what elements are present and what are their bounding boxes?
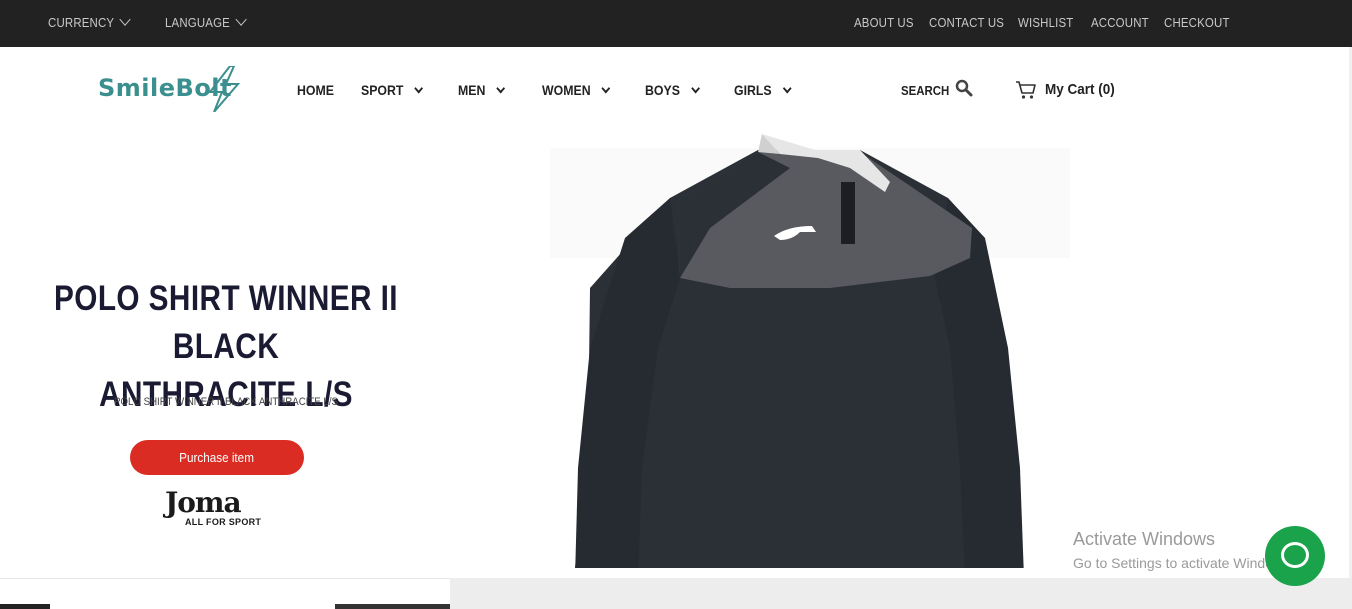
chevron-down-icon — [119, 13, 131, 26]
product-title-line1: POLO SHIRT WINNER II BLACK — [53, 279, 399, 366]
activate-windows-title: Activate Windows — [1073, 529, 1216, 549]
language-label: LANGUAGE — [165, 15, 230, 30]
bottom-section-right — [450, 578, 1352, 609]
product-subtitle: POLO SHIRT WINNER II BLACK ANTHRACITE L/… — [114, 396, 338, 408]
wishlist-link[interactable]: WISHLIST — [1018, 15, 1073, 30]
nav-men[interactable]: MEN — [458, 82, 506, 98]
chevron-down-icon — [235, 13, 247, 26]
bottom-divider — [0, 604, 50, 609]
nav-label: GIRLS — [734, 82, 772, 98]
nav-home[interactable]: HOME — [297, 82, 334, 98]
chat-button[interactable] — [1265, 526, 1325, 586]
brand-tagline: ALL FOR SPORT — [185, 517, 262, 527]
chevron-down-icon — [690, 83, 700, 94]
currency-label: CURRENCY — [48, 15, 115, 30]
nav-boys[interactable]: BOYS — [645, 82, 700, 98]
activate-windows-subtitle: Go to Settings to activate Windows. — [1073, 555, 1294, 571]
brand-name: Joma — [165, 486, 242, 519]
chevron-down-icon — [496, 83, 506, 94]
nav-label: MEN — [458, 82, 486, 98]
chat-icon — [1281, 542, 1309, 568]
nav-label: SPORT — [361, 82, 404, 98]
product-image — [530, 128, 1075, 578]
contact-us-link[interactable]: CONTACT US — [929, 15, 1004, 30]
cart-icon[interactable] — [1015, 80, 1037, 100]
purchase-button[interactable]: Purchase item — [130, 440, 304, 475]
cart-link[interactable]: My Cart (0) — [1045, 81, 1115, 98]
currency-dropdown[interactable]: CURRENCY — [48, 13, 131, 30]
nav-label: BOYS — [645, 82, 680, 98]
nav-label: HOME — [297, 82, 334, 98]
checkout-link[interactable]: CHECKOUT — [1164, 15, 1230, 30]
search-icon[interactable] — [955, 79, 973, 97]
account-link[interactable]: ACCOUNT — [1091, 15, 1149, 30]
chevron-down-icon — [601, 83, 611, 94]
site-logo[interactable]: SmileBolt — [98, 66, 268, 112]
bottom-divider — [335, 604, 450, 609]
product-title-line2: ANTHRACITE L/S — [99, 375, 353, 414]
top-bar: CURRENCY LANGUAGE ABOUT US CONTACT US WI… — [0, 0, 1352, 47]
nav-women[interactable]: WOMEN — [542, 82, 611, 98]
bolt-icon — [207, 66, 241, 112]
nav-label: WOMEN — [542, 82, 591, 98]
search-label[interactable]: SEARCH — [901, 83, 949, 98]
chevron-down-icon — [414, 83, 424, 94]
chevron-down-icon — [782, 83, 792, 94]
about-us-link[interactable]: ABOUT US — [854, 15, 914, 30]
purchase-label: Purchase item — [179, 450, 255, 465]
brand-logo: Joma ALL FOR SPORT — [165, 486, 275, 530]
nav-girls[interactable]: GIRLS — [734, 82, 792, 98]
language-dropdown[interactable]: LANGUAGE — [165, 13, 247, 30]
nav-sport[interactable]: SPORT — [361, 82, 424, 98]
